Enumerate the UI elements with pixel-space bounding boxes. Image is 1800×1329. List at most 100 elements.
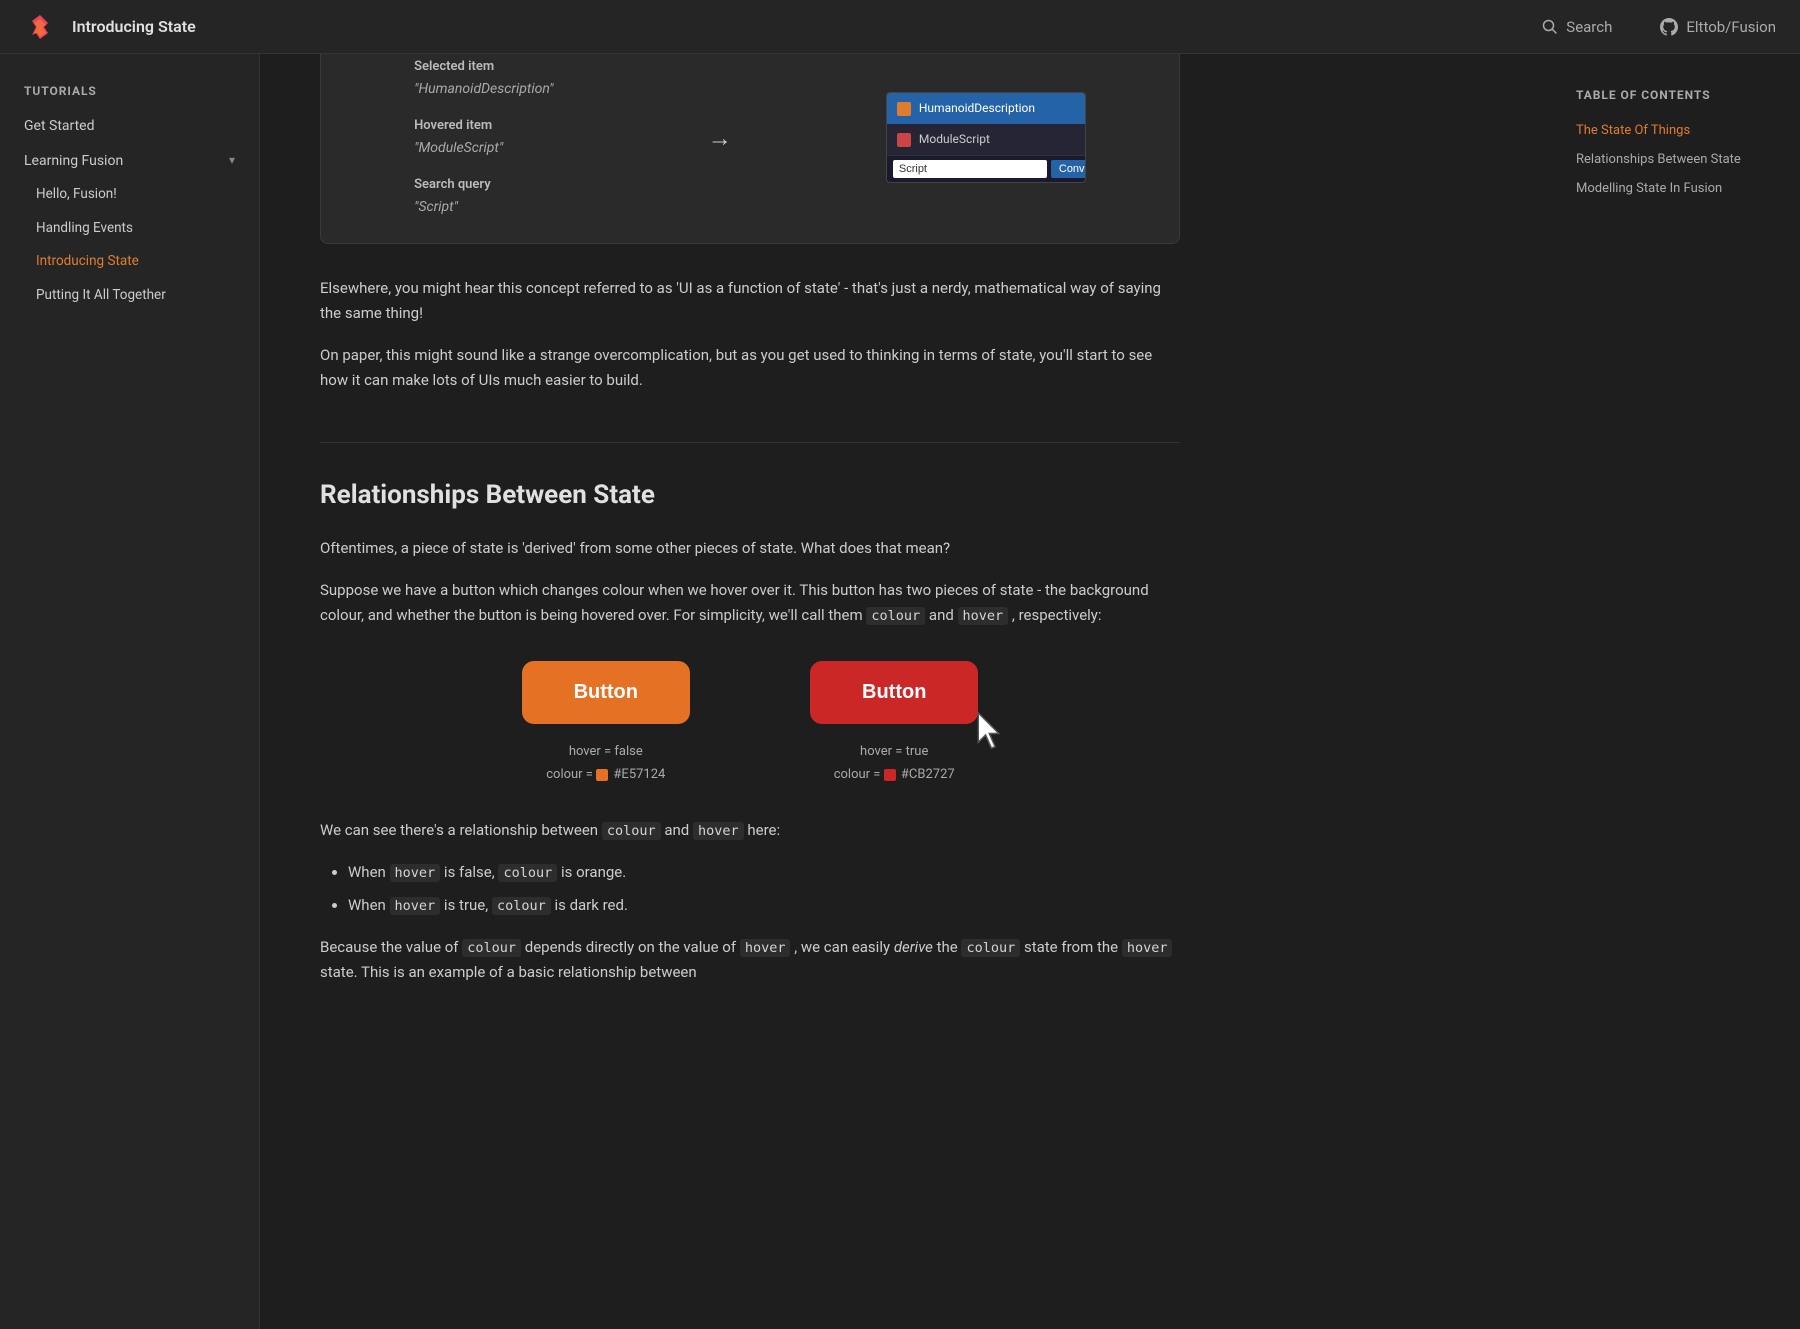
module-icon	[897, 133, 911, 147]
bullet-2-post: is dark red.	[554, 896, 627, 914]
code-colour: colour	[866, 607, 925, 625]
sidebar-item-hello-fusion-label: Hello, Fusion!	[36, 184, 117, 206]
bullet-1-mid: is false,	[444, 863, 495, 881]
demo-selected-value: "HumanoidDescription"	[414, 78, 553, 100]
sidebar-item-putting-together-label: Putting It All Together	[36, 285, 166, 307]
demo-arrow-icon: →	[708, 119, 732, 157]
para-3: Oftentimes, a piece of state is 'derived…	[320, 536, 1180, 562]
convert-button[interactable]: Convert	[1051, 160, 1086, 178]
para-6-cont: , we can easily	[794, 938, 890, 956]
sidebar-item-hello-fusion[interactable]: Hello, Fusion!	[0, 178, 259, 212]
para-6-end: state from the	[1024, 938, 1118, 956]
github-icon	[1660, 18, 1678, 36]
colour-true-label: colour = #CB2727	[834, 763, 955, 786]
bullet-2-pre: When	[348, 896, 386, 914]
em-derive: derive	[894, 938, 933, 956]
table-of-contents: Table of contents The State Of Things Re…	[1560, 70, 1780, 220]
header: Introducing State Search Elttob/Fusion	[0, 0, 1800, 54]
logo[interactable]	[24, 11, 56, 43]
tutorials-section-label: Tutorials	[0, 78, 259, 109]
button-state-info-true: hover = true colour = #CB2727	[834, 740, 955, 787]
roblox-module-row: ModuleScript	[887, 124, 1085, 155]
bullet-list: When hover is false, colour is orange. W…	[320, 860, 1180, 919]
button-hover-wrapper: Button	[810, 661, 978, 724]
para-4-post: , respectively:	[1012, 606, 1102, 624]
demo-hovered-label: Hovered item	[414, 116, 553, 137]
para-4: Suppose we have a button which changes c…	[320, 578, 1180, 629]
para-6-mid: depends directly on the value of	[525, 938, 736, 956]
demo-search-value: "Script"	[414, 196, 553, 218]
button-demo-not-hovered: Button hover = false colour = #E57124	[522, 661, 690, 787]
para-6: Because the value of colour depends dire…	[320, 935, 1180, 986]
toc-item-modelling[interactable]: Modelling State In Fusion	[1576, 175, 1764, 204]
demo-button-red[interactable]: Button	[810, 661, 978, 724]
github-label: Elttob/Fusion	[1686, 15, 1776, 39]
colour-true-text: colour =	[834, 767, 881, 782]
relationships-section: Relationships Between State Oftentimes, …	[320, 475, 1180, 986]
bullet-2-mid: is true,	[444, 896, 488, 914]
bullet-item-1: When hover is false, colour is orange.	[348, 860, 1180, 886]
para-5: We can see there's a relationship betwee…	[320, 818, 1180, 844]
sidebar-item-handling-events[interactable]: Handling Events	[0, 212, 259, 246]
bullet-1-code2: colour	[498, 864, 557, 882]
button-state-info-false: hover = false colour = #E57124	[546, 740, 665, 787]
demo-hovered-value: "ModuleScript"	[414, 137, 553, 159]
para-5-and: and	[664, 821, 689, 839]
intro-paragraphs: Elsewhere, you might hear this concept r…	[320, 276, 1180, 394]
para-2: On paper, this might sound like a strang…	[320, 343, 1180, 394]
toc-item-relationships-label: Relationships Between State	[1576, 152, 1741, 167]
main-content: Selected item "HumanoidDescription" Hove…	[260, 0, 1240, 1114]
bullet-1-code: hover	[390, 864, 441, 882]
code-colour-2: colour	[602, 822, 661, 840]
section-heading-relationships: Relationships Between State	[320, 475, 1180, 517]
button-demo-container: Button hover = false colour = #E57124 Bu…	[320, 661, 1180, 787]
sidebar-item-learning-fusion[interactable]: Learning Fusion ▾	[0, 144, 259, 178]
humanoid-icon	[897, 102, 911, 116]
sidebar-item-handling-events-label: Handling Events	[36, 218, 133, 240]
github-link[interactable]: Elttob/Fusion	[1660, 15, 1776, 39]
bullet-1-post: is orange.	[561, 863, 626, 881]
roblox-search-input[interactable]	[893, 160, 1047, 178]
swatch-red	[884, 769, 896, 781]
hover-false-label: hover = false	[546, 740, 665, 763]
para-4-and: and	[929, 606, 954, 624]
code-hover: hover	[958, 607, 1009, 625]
para-1: Elsewhere, you might hear this concept r…	[320, 276, 1180, 327]
para-6-pre: Because the value of	[320, 938, 459, 956]
hover-true-label: hover = true	[834, 740, 955, 763]
para-6-post: the	[937, 938, 958, 956]
bullet-item-2: When hover is true, colour is dark red.	[348, 893, 1180, 919]
code-hover-2: hover	[693, 822, 744, 840]
toc-item-modelling-label: Modelling State In Fusion	[1576, 181, 1722, 196]
colour-false-value: #E57124	[613, 767, 665, 782]
toc-item-relationships[interactable]: Relationships Between State	[1576, 146, 1764, 175]
chevron-down-icon: ▾	[229, 151, 235, 170]
para-6-final: state. This is an example of a basic rel…	[320, 963, 697, 981]
header-title: Introducing State	[72, 14, 196, 40]
code-hover-3: hover	[740, 939, 791, 957]
cursor-icon	[972, 710, 1008, 754]
roblox-explorer-window: HumanoidDescription ModuleScript Convert	[886, 92, 1086, 183]
toc-item-state-of-things-label: The State Of Things	[1576, 123, 1690, 138]
demo-button-orange[interactable]: Button	[522, 661, 690, 724]
colour-true-value: #CB2727	[901, 767, 955, 782]
search-button[interactable]: Search	[1542, 15, 1612, 39]
code-hover-4: hover	[1122, 939, 1173, 957]
sidebar-item-introducing-state-label: Introducing State	[36, 251, 139, 273]
sidebar-item-get-started-label: Get Started	[24, 115, 95, 137]
demo-hovered-row: Hovered item "ModuleScript"	[414, 116, 553, 159]
button-demo-hovered: Button hover = true colour = #CB2727	[810, 661, 978, 787]
para-5-pre: We can see there's a relationship betwee…	[320, 821, 598, 839]
bullet-2-code: hover	[390, 897, 441, 915]
bullet-1-pre: When	[348, 863, 386, 881]
demo-selected-label: Selected item	[414, 57, 553, 78]
para-5-post: here:	[747, 821, 780, 839]
humanoid-label: HumanoidDescription	[919, 99, 1035, 118]
sidebar-item-introducing-state[interactable]: Introducing State	[0, 245, 259, 279]
bullet-2-code2: colour	[492, 897, 551, 915]
search-label: Search	[1566, 15, 1612, 39]
toc-item-state-of-things[interactable]: The State Of Things	[1576, 117, 1764, 146]
sidebar-item-putting-together[interactable]: Putting It All Together	[0, 279, 259, 313]
sidebar-item-get-started[interactable]: Get Started	[0, 109, 259, 143]
demo-state-labels: Selected item "HumanoidDescription" Hove…	[414, 57, 553, 219]
